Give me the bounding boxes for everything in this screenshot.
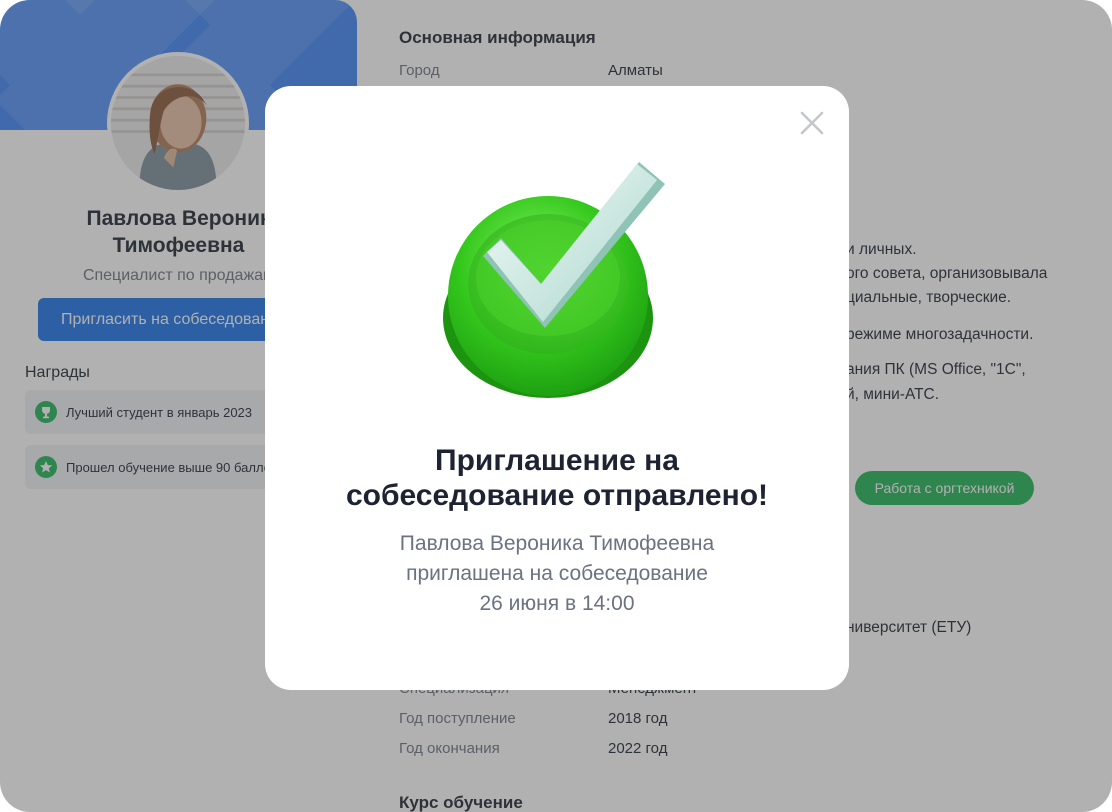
close-icon[interactable] <box>798 109 826 137</box>
modal-subtitle: Павлова Вероника Тимофеевна приглашена н… <box>285 529 829 619</box>
checkmark-icon <box>443 156 673 406</box>
modal-subtitle-line2: приглашена на собеседование <box>406 562 708 585</box>
modal-title: Приглашение на собеседование отправлено! <box>285 443 829 513</box>
modal-title-line2: собеседование отправлено! <box>345 479 769 512</box>
success-modal: Приглашение на собеседование отправлено!… <box>265 86 849 690</box>
app-frame: Павлова Вероник Тимофеевна Специалист по… <box>0 0 1112 812</box>
modal-subtitle-line1: Павлова Вероника Тимофеевна <box>399 532 715 555</box>
modal-title-line1: Приглашение на <box>435 444 679 477</box>
modal-subtitle-line3: 26 июня в 14:00 <box>479 592 635 615</box>
